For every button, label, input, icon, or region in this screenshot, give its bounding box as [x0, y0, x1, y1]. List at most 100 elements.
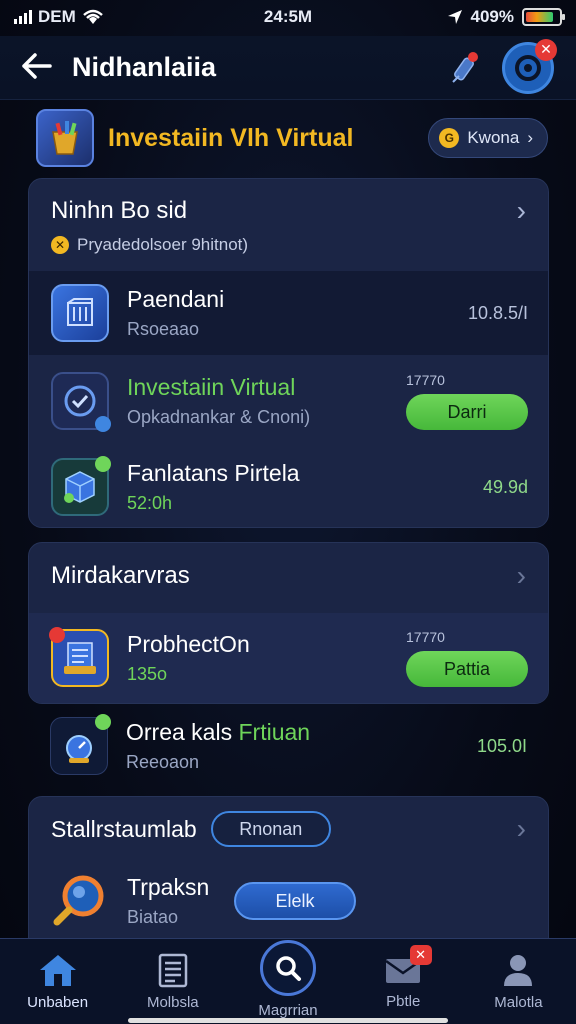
list-item-value: 10.8.5/I [467, 302, 528, 323]
rnonan-button[interactable]: Rnonan [210, 811, 331, 847]
chevron-right-icon: › [527, 128, 533, 147]
list-item-action: 17770 Pattia [406, 629, 528, 687]
list-item[interactable]: Paendani Rsoeaao 10.8.5/I [29, 271, 548, 355]
list-item-text: Orrea kals Frtiuan Reeoaon [126, 719, 477, 773]
list-item[interactable]: Trpaksn Biatao Elelk [29, 861, 548, 939]
list-item-title: ProbhectOn [127, 631, 250, 657]
section-1-subtitle: Pryadedolsoer 9hitnot) [77, 235, 249, 254]
app-header: Nidhanlaiia ✕ [0, 36, 576, 100]
list-item-text: Trpaksn Biatao [127, 874, 234, 928]
list-item-title: Trpaksn [127, 874, 210, 900]
section-card-2: Mirdakarvras › ProbhectOn 135o 17770 Pat… [28, 542, 549, 704]
wifi-icon [82, 9, 103, 24]
notification-button[interactable]: ✕ [502, 38, 557, 94]
page-title: Nidhanlaiia [72, 52, 217, 82]
nav-profile[interactable]: Malotla [461, 939, 576, 1024]
list-item-title-highlight: Frtiuan [238, 719, 311, 745]
list-item-subtitle: 52:0h [127, 493, 173, 513]
list-item-subtitle: 135o [127, 664, 168, 684]
list-item-subtitle: Reeoaon [126, 752, 200, 772]
search-icon [260, 940, 316, 996]
nav-label: Pbtle [386, 993, 421, 1010]
list-item-value: 105.0I [476, 735, 527, 756]
nav-label: Magrrian [258, 1002, 318, 1019]
nav-label: Molbsla [146, 994, 199, 1011]
cube-icon [51, 456, 111, 516]
list-item-text: Investaiin Virtual Opkadnankar & Cnoni) [127, 374, 406, 428]
list-item[interactable]: Orrea kals Frtiuan Reeoaon 105.0I [28, 704, 549, 788]
banner-pill-label: Kwona [467, 128, 520, 147]
banner-pill-button[interactable]: G Kwona › [428, 118, 548, 158]
status-time: 24:5M [263, 7, 313, 26]
list-item-title: Fanlatans Pirtela [127, 460, 300, 486]
section-1-title: Ninhn Bo sid [51, 197, 188, 224]
status-bar: DEM 24:5M 409% [0, 0, 576, 34]
list-item-text: Paendani Rsoeaao [127, 286, 468, 340]
nav-label: Malotla [494, 994, 543, 1011]
list-item[interactable]: Investaiin Virtual Opkadnankar & Cnoni) … [29, 359, 548, 443]
list-item-text: ProbhectOn 135o [127, 631, 406, 685]
warning-icon: ✕ [51, 236, 69, 254]
section-1-subtitle-row: ✕ Pryadedolsoer 9hitnot) [51, 235, 248, 255]
list-item-action: 17770 Darri [406, 372, 528, 430]
promo-banner: Investaiin Vlh Virtual G Kwona › [36, 108, 548, 168]
plus-badge-icon [95, 714, 111, 730]
close-badge-icon[interactable]: ✕ [535, 38, 557, 61]
chevron-right-icon[interactable]: › [517, 562, 526, 590]
verified-badge-icon [95, 416, 111, 432]
elelk-button[interactable]: Elelk [234, 882, 356, 920]
section-2-title: Mirdakarvras [51, 562, 190, 589]
list-item-small-value: 17770 [406, 629, 445, 645]
magnifier-icon [51, 872, 109, 930]
back-arrow-icon [22, 52, 52, 79]
chevron-right-icon[interactable]: › [517, 197, 526, 225]
profile-icon [504, 955, 533, 986]
alert-badge-icon [49, 627, 65, 643]
nav-label: Unbaben [27, 994, 89, 1011]
coin-icon: G [439, 128, 460, 148]
location-arrow-icon [447, 10, 462, 24]
mail-badge-icon: ✕ [409, 945, 432, 965]
back-button[interactable] [22, 51, 72, 85]
section-1-header[interactable]: Ninhn Bo sid › [29, 179, 548, 237]
document-icon [158, 953, 188, 988]
plus-badge-icon [95, 456, 111, 472]
section-card-3: Stallrstaumlab Rnonan › Trpaksn Biatao E… [28, 796, 549, 940]
banner-title: Investaiin Vlh Virtual [108, 123, 354, 152]
pattia-button[interactable]: Pattia [406, 651, 528, 687]
list-item-text: Fanlatans Pirtela 52:0h [127, 460, 483, 514]
list-item[interactable]: ProbhectOn 135o 17770 Pattia [29, 613, 548, 703]
list-item-subtitle: Opkadnankar & Cnoni) [127, 407, 311, 427]
nav-documents[interactable]: Molbsla [115, 939, 230, 1024]
package-icon [51, 284, 109, 342]
section-2-header[interactable]: Mirdakarvras › [29, 543, 548, 609]
section-3-title: Stallrstaumlab [51, 815, 197, 842]
list-item-subtitle: Biatao [127, 907, 179, 927]
home-indicator[interactable] [128, 1018, 448, 1023]
nav-mail[interactable]: ✕ Pbtle [346, 939, 461, 1024]
chevron-right-icon[interactable]: › [517, 815, 526, 843]
list-item-subtitle: Rsoeaao [127, 319, 200, 339]
section-card-1: Ninhn Bo sid › ✕ Pryadedolsoer 9hitnot) … [28, 178, 549, 528]
list-item-title: Investaiin Virtual [127, 374, 296, 400]
nav-search[interactable]: Magrrian [230, 939, 345, 1024]
pin-tool-icon [452, 51, 478, 83]
list-item-value: 49.9d [482, 476, 528, 497]
bottom-nav: Unbaben Molbsla Magrrian ✕ Pbtle Malotla [0, 938, 576, 1024]
list-item-small-value: 17770 [406, 372, 445, 388]
home-icon [39, 955, 76, 986]
bucket-icon [36, 109, 94, 167]
timer-icon [50, 714, 111, 775]
signal-icon [14, 10, 32, 24]
nav-home[interactable]: Unbaben [0, 939, 115, 1024]
battery-level [526, 12, 554, 22]
darri-button[interactable]: Darri [406, 394, 528, 430]
section-3-header[interactable]: Stallrstaumlab Rnonan › [29, 797, 548, 861]
list-item-title-part: Orrea kals [126, 719, 239, 745]
list-item[interactable]: Fanlatans Pirtela 52:0h 49.9d [29, 447, 548, 527]
document-icon [49, 627, 109, 687]
list-item-title: Paendani [127, 286, 225, 312]
pin-tool-button[interactable] [442, 45, 488, 91]
battery-icon [522, 8, 565, 26]
list-item-title: Orrea kals Frtiuan [126, 719, 477, 746]
